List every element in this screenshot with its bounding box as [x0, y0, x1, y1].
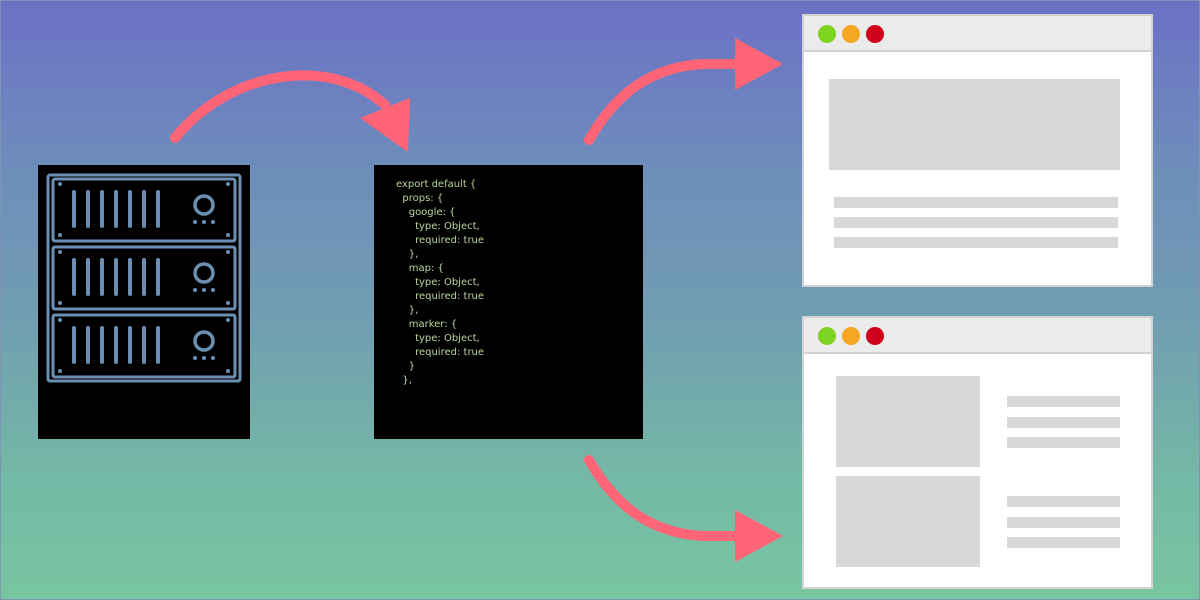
server-rack-icon [46, 173, 242, 383]
window-close-icon [866, 25, 884, 43]
text-line-placeholder [1007, 517, 1120, 528]
window-maximize-icon [818, 25, 836, 43]
server-unit-1 [51, 177, 237, 243]
text-line-placeholder [834, 237, 1118, 248]
window-minimize-icon [842, 327, 860, 345]
text-line-placeholder [834, 217, 1118, 228]
text-line-placeholder [834, 197, 1118, 208]
text-line-placeholder [1007, 417, 1120, 428]
hero-image-placeholder [829, 79, 1120, 170]
server-panel [38, 165, 250, 439]
server-unit-2 [51, 245, 237, 311]
arrow-code-to-bottom-browser [584, 455, 783, 562]
browser-window-bottom [802, 316, 1153, 589]
image-placeholder [836, 376, 980, 467]
arrow-code-to-top-browser [584, 38, 783, 145]
text-line-placeholder [1007, 496, 1120, 507]
code-panel: export default { props: { google: { type… [374, 165, 643, 439]
server-unit-3 [51, 313, 237, 379]
text-line-placeholder [1007, 437, 1120, 448]
arrow-server-to-code [170, 70, 410, 152]
browser-title-bar [804, 318, 1151, 354]
browser-window-top [802, 14, 1153, 287]
window-minimize-icon [842, 25, 860, 43]
image-placeholder [836, 476, 980, 567]
code-snippet: export default { props: { google: { type… [396, 179, 485, 386]
window-maximize-icon [818, 327, 836, 345]
browser-title-bar [804, 16, 1151, 52]
window-close-icon [866, 327, 884, 345]
text-line-placeholder [1007, 537, 1120, 548]
text-line-placeholder [1007, 396, 1120, 407]
